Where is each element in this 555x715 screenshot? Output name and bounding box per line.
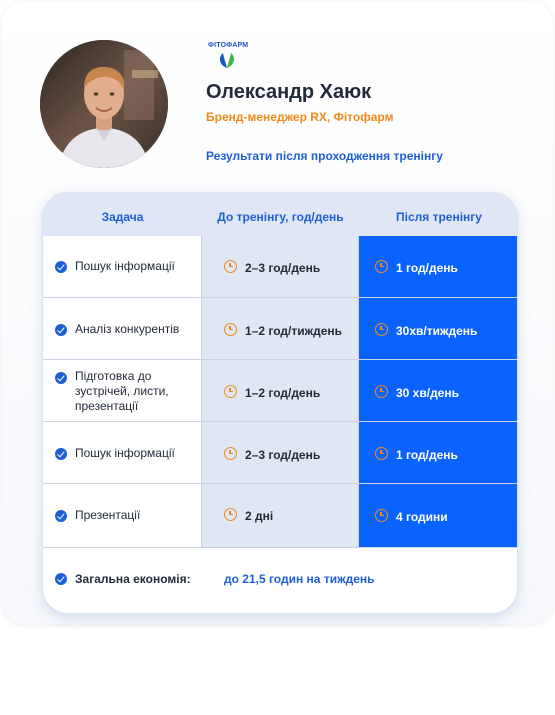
table-row: Пошук інформації 2–3 год/день 1 год/день: [43, 422, 517, 484]
clock-icon: [375, 447, 388, 460]
person-name: Олександр Хаюк: [206, 81, 372, 103]
clock-icon: [375, 509, 388, 522]
header-after: Після тренінгу: [396, 210, 482, 224]
total-savings-row: Загальна економія: до 21,5 годин на тижд…: [43, 548, 517, 613]
task-cell: Презентації: [75, 508, 141, 522]
clock-icon: [375, 385, 388, 398]
avatar: [40, 40, 168, 168]
after-cell: 4 години: [396, 510, 448, 524]
clock-icon: [375, 260, 388, 273]
clock-icon: [375, 323, 388, 336]
before-cell: 1–2 год/день: [245, 386, 321, 400]
before-cell: 1–2 год/тиждень: [245, 324, 342, 338]
before-cell: 2 дні: [245, 509, 274, 523]
company-logo: ФІТОФАРМ: [208, 42, 249, 72]
check-circle-icon: [55, 372, 67, 384]
clock-icon: [224, 385, 237, 398]
leaf-logo-icon: [219, 53, 235, 68]
clock-icon: [224, 260, 237, 273]
task-cell: Підготовка до зустрічей, листи, презента…: [75, 369, 169, 413]
after-cell: 30хв/тиждень: [396, 324, 478, 338]
logo-wordmark: ФІТОФАРМ: [208, 42, 249, 49]
table-row: Підготовка до зустрічей, листи, презента…: [43, 360, 517, 422]
header-task: Задача: [101, 210, 144, 224]
testimonial-card: ФІТОФАРМ Олександр Хаюк Бренд-менеджер R…: [2, 2, 553, 624]
total-label: Загальна економія:: [75, 572, 191, 586]
before-cell: 2–3 год/день: [245, 448, 321, 462]
after-cell: 1 год/день: [396, 261, 458, 275]
table-header: Задача До тренінгу, год/день Після трені…: [43, 193, 517, 236]
header-before: До тренінгу, год/день: [217, 210, 344, 224]
total-value: до 21,5 годин на тиждень: [224, 572, 375, 586]
results-heading: Результати після проходження тренінгу: [206, 149, 443, 163]
table-row: Пошук інформації 2–3 год/день 1 год/день: [43, 236, 517, 298]
check-circle-icon: [55, 510, 67, 522]
before-cell: 2–3 год/день: [245, 261, 321, 275]
check-circle-icon: [55, 448, 67, 460]
task-cell: Пошук інформації: [75, 446, 175, 460]
table-row: Презентації 2 дні 4 години: [43, 484, 517, 548]
avatar-photo: [40, 40, 168, 168]
results-table: Задача До тренінгу, год/день Після трені…: [42, 192, 518, 614]
clock-icon: [224, 323, 237, 336]
check-circle-icon: [55, 324, 67, 336]
check-circle-icon: [55, 573, 67, 585]
person-role: Бренд-менеджер RX, Фітофарм: [206, 110, 394, 124]
clock-icon: [224, 508, 237, 521]
after-cell: 30 хв/день: [396, 386, 459, 400]
clock-icon: [224, 447, 237, 460]
task-cell: Аналіз конкурентів: [75, 322, 180, 336]
after-cell: 1 год/день: [396, 448, 458, 462]
check-circle-icon: [55, 261, 67, 273]
table-row: Аналіз конкурентів 1–2 год/тиждень 30хв/…: [43, 298, 517, 360]
task-cell: Пошук інформації: [75, 259, 175, 273]
